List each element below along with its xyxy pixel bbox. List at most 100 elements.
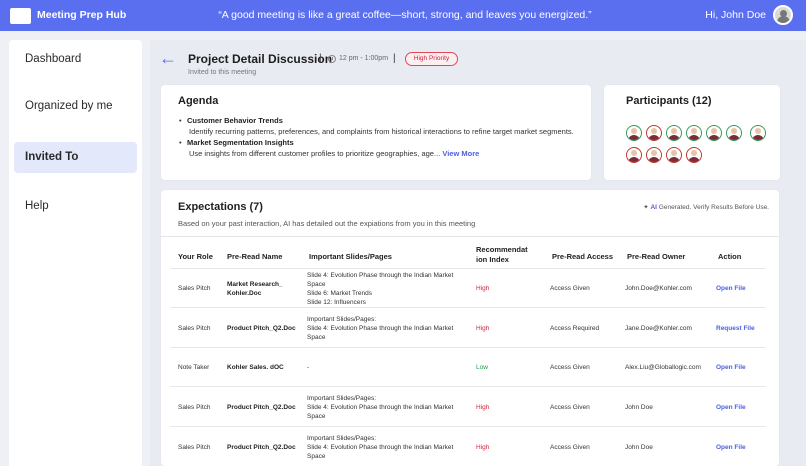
divider: |	[393, 53, 396, 64]
agenda-title: Agenda	[178, 95, 219, 107]
cell-owner: John Doe	[625, 404, 653, 411]
table-row: Sales Pitch Product Pitch_Q2.Doc Important…	[170, 307, 766, 347]
cell-recommendation-index: High	[476, 325, 490, 332]
expectations-card: Expectations (7) ✦ AI Generated. Verify …	[161, 190, 779, 466]
agenda-item-description: Use insights from different customer pro…	[179, 148, 579, 159]
cell-role: Sales Pitch	[178, 325, 211, 332]
cell-recommendation-index: Low	[476, 364, 488, 371]
cell-slides: -	[307, 364, 310, 371]
column-header-recommendation-index: Recommendat ion Index	[476, 245, 528, 264]
expectations-title: Expectations (7)	[178, 201, 263, 213]
cell-pre-read-name: Product Pitch_Q2.Doc	[227, 325, 296, 332]
cell-recommendation-index: High	[476, 285, 490, 292]
ai-label: AI	[650, 204, 657, 211]
sidebar: Dashboard Organized by me Invited To Hel…	[9, 40, 142, 466]
action-link[interactable]: Open File	[716, 403, 766, 412]
participant-avatar[interactable]	[726, 125, 742, 141]
expectations-subtitle: Based on your past interaction, AI has d…	[178, 219, 476, 228]
page-title: Project Detail Discussion	[188, 52, 333, 66]
action-link[interactable]: Request File	[716, 324, 766, 333]
cell-pre-read-name: Product Pitch_Q2.Doc	[227, 444, 296, 451]
user-greeting: Hi, John Doe	[705, 9, 766, 21]
bullet-icon: •	[179, 138, 182, 147]
cell-slides: Important Slides/Pages: Slide 4: Evoluti…	[307, 316, 454, 341]
ai-disclaimer: ✦ AI Generated. Verify Results Before Us…	[643, 203, 769, 211]
view-more-link[interactable]: View More	[442, 149, 479, 158]
agenda-item: • Customer Behavior Trends Identify recur…	[179, 115, 579, 137]
participant-avatar[interactable]	[706, 125, 722, 141]
participant-avatar[interactable]	[646, 147, 662, 163]
user-avatar[interactable]	[773, 5, 793, 25]
logo-icon	[10, 8, 31, 24]
action-link[interactable]: Open File	[716, 363, 766, 372]
participant-avatar[interactable]	[626, 125, 642, 141]
sidebar-item-invited-to[interactable]: Invited To	[14, 142, 137, 173]
participant-avatar[interactable]	[750, 125, 766, 141]
participant-avatar[interactable]	[626, 147, 642, 163]
cell-owner: Alex.Liu@Globallogic.com	[625, 364, 701, 371]
table-row: Sales Pitch Product Pitch_Q2.Doc Important…	[170, 426, 766, 466]
action-link[interactable]: Open File	[716, 443, 766, 452]
bullet-icon: •	[179, 116, 182, 125]
header-quote: “A good meeting is like a great coffee—s…	[218, 9, 592, 21]
participant-avatar[interactable]	[666, 147, 682, 163]
table-row: Sales Pitch Product Pitch_Q2.Doc Important…	[170, 386, 766, 426]
column-header-owner: Pre-Read Owner	[627, 252, 686, 261]
agenda-item: • Market Segmentation Insights Use insigh…	[179, 137, 579, 159]
sidebar-item-dashboard[interactable]: Dashboard	[14, 44, 137, 75]
divider	[161, 236, 779, 237]
top-bar: Meeting Prep Hub “A good meeting is like…	[0, 0, 806, 31]
page-subtitle: Invited to this meeting	[188, 69, 257, 76]
ai-note-text: Generated. Verify Results Before Use.	[658, 204, 769, 211]
cell-access: Access Given	[550, 404, 590, 411]
column-header-pre-read-name: Pre-Read Name	[227, 252, 283, 261]
cell-access: Access Required	[550, 325, 600, 332]
column-header-access: Pre-Read Access	[552, 252, 614, 261]
cell-owner: Jane.Doe@Kohler.com	[625, 325, 692, 332]
agenda-item-heading: Customer Behavior Trends	[187, 116, 283, 125]
sidebar-item-help[interactable]: Help	[14, 191, 137, 222]
column-header-role: Your Role	[178, 252, 213, 261]
priority-badge: High Priority	[405, 52, 458, 66]
cell-owner: John.Doe@Kohler.com	[625, 285, 692, 292]
agenda-list: • Customer Behavior Trends Identify recur…	[179, 115, 579, 159]
cell-role: Note Taker	[178, 364, 210, 371]
cell-role: Sales Pitch	[178, 444, 211, 451]
participant-avatar[interactable]	[686, 147, 702, 163]
cell-pre-read-name: Market Research_ Kohler.Doc	[227, 281, 283, 297]
cell-access: Access Given	[550, 364, 590, 371]
participants-card: Participants (12)	[604, 85, 780, 180]
cell-recommendation-index: High	[476, 404, 490, 411]
sparkle-icon: ✦	[643, 204, 649, 211]
cell-pre-read-name: Product Pitch_Q2.Doc	[227, 404, 296, 411]
sidebar-item-organized-by-me[interactable]: Organized by me	[14, 91, 137, 122]
cell-slides: Important Slides/Pages: Slide 4: Evoluti…	[307, 395, 454, 420]
cell-recommendation-index: High	[476, 444, 490, 451]
cell-role: Sales Pitch	[178, 285, 211, 292]
table-row: Note Taker Kohler Sales. dOC - Low Access Gi…	[170, 347, 766, 386]
clock-icon	[328, 55, 336, 63]
meeting-time: 12 pm - 1:00pm	[339, 55, 389, 62]
agenda-item-description-text: Use insights from different customer pro…	[189, 149, 441, 158]
participants-title: Participants (12)	[626, 95, 712, 107]
cell-access: Access Given	[550, 444, 590, 451]
participant-avatar[interactable]	[666, 125, 682, 141]
column-header-action: Action	[718, 252, 742, 261]
agenda-card: Agenda • Customer Behavior Trends Identif…	[161, 85, 591, 180]
agenda-item-heading: Market Segmentation Insights	[187, 138, 294, 147]
cell-slides: Slide 4: Evolution Phase through the Ind…	[307, 272, 454, 306]
cell-role: Sales Pitch	[178, 404, 211, 411]
cell-owner: John Doe	[625, 444, 653, 451]
agenda-item-description: Identify recurring patterns, preferences…	[189, 127, 574, 136]
app-title: Meeting Prep Hub	[37, 9, 127, 21]
divider: |	[319, 53, 322, 64]
cell-access: Access Given	[550, 285, 590, 292]
participant-avatar[interactable]	[686, 125, 702, 141]
participant-avatar[interactable]	[646, 125, 662, 141]
action-link[interactable]: Open File	[716, 284, 766, 293]
cell-pre-read-name: Kohler Sales. dOC	[227, 364, 284, 371]
back-arrow-icon[interactable]: ←	[159, 49, 179, 67]
table-row: Sales Pitch Market Research_ Kohler.Doc Sl…	[170, 268, 766, 307]
cell-slides: Important Slides/Pages: Slide 4: Evoluti…	[307, 435, 454, 460]
column-header-slides: Important Slides/Pages	[309, 252, 392, 261]
